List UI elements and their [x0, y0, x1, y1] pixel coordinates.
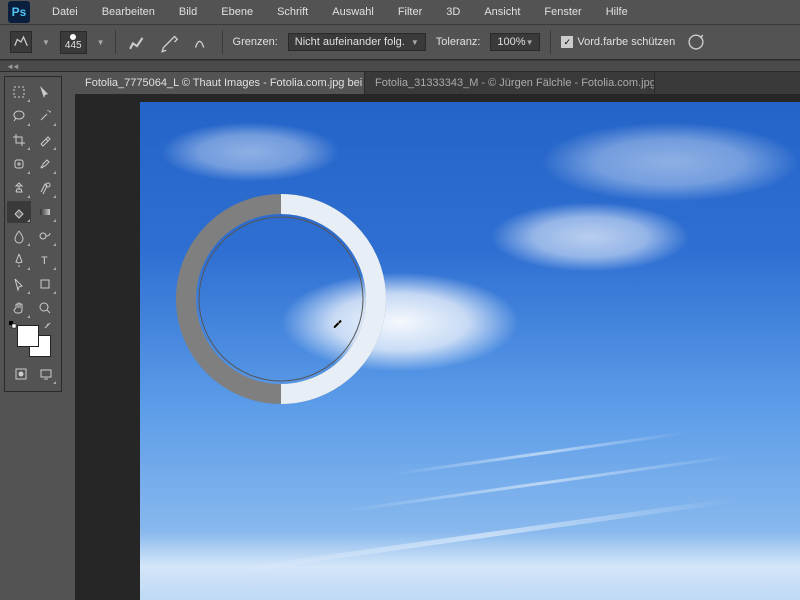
hand-tool[interactable]: [7, 297, 31, 319]
app-logo: Ps: [8, 1, 30, 23]
gradient-tool[interactable]: [33, 201, 57, 223]
chevron-left-icon: ◄◄: [6, 62, 18, 71]
divider: [550, 30, 551, 54]
marquee-tool[interactable]: [33, 81, 57, 103]
tool-preset-arrow-icon[interactable]: ▼: [42, 38, 50, 47]
pressure-opacity-icon[interactable]: [685, 31, 707, 53]
screen-mode-tool[interactable]: [34, 363, 57, 385]
menu-image[interactable]: Bild: [169, 2, 207, 22]
limits-value: Nicht aufeinander folg.: [295, 36, 405, 48]
brush-panel-icon[interactable]: [126, 31, 148, 53]
options-collapse-handle[interactable]: ◄◄: [0, 60, 800, 72]
tool-preset-picker[interactable]: [10, 31, 32, 53]
sky-cloud: [160, 122, 340, 182]
foreground-color-swatch[interactable]: [17, 325, 39, 347]
history-brush-tool[interactable]: [33, 177, 57, 199]
menu-bar: Ps Datei Bearbeiten Bild Ebene Schrift A…: [0, 0, 800, 24]
pen-tool[interactable]: [7, 249, 31, 271]
canvas-area: [75, 94, 800, 600]
sky-streak: [342, 454, 739, 513]
color-sampler-hud: [176, 194, 386, 404]
menu-type[interactable]: Schrift: [267, 2, 318, 22]
menu-help[interactable]: Hilfe: [596, 2, 638, 22]
tolerance-input[interactable]: 100% ▼: [490, 33, 540, 51]
sky-band: [140, 532, 800, 600]
clone-stamp-tool[interactable]: [7, 177, 31, 199]
brush-size-value: 445: [65, 40, 82, 51]
brush-tool[interactable]: [33, 153, 57, 175]
limits-label: Grenzen:: [233, 36, 278, 48]
zoom-tool[interactable]: [33, 297, 57, 319]
menu-filter[interactable]: Filter: [388, 2, 432, 22]
document-tabs: Fotolia_7775064_L © Thaut Images - Fotol…: [75, 72, 800, 94]
options-bar: ▼ 445 ▼ Grenzen: Nicht aufeinander folg.…: [0, 24, 800, 60]
color-swatches: [7, 321, 59, 359]
default-colors-icon[interactable]: [9, 321, 17, 329]
menu-view[interactable]: Ansicht: [474, 2, 530, 22]
path-selection-tool[interactable]: [7, 273, 31, 295]
protect-fg-label: Vord.farbe schützen: [577, 36, 675, 48]
checkbox-checked-icon: ✓: [561, 36, 573, 48]
dodge-tool[interactable]: [33, 225, 57, 247]
menu-window[interactable]: Fenster: [534, 2, 591, 22]
pressure-size-icon[interactable]: [190, 31, 212, 53]
sky-cloud: [490, 202, 690, 272]
brush-preset-picker[interactable]: 445: [60, 31, 87, 54]
quick-mask-tool[interactable]: [9, 363, 32, 385]
menu-edit[interactable]: Bearbeiten: [92, 2, 165, 22]
move-tool[interactable]: [7, 81, 31, 103]
crop-tool[interactable]: [7, 129, 31, 151]
brush-arrow-icon[interactable]: ▼: [97, 38, 105, 47]
menu-3d[interactable]: 3D: [436, 2, 470, 22]
type-tool[interactable]: T: [33, 249, 57, 271]
chevron-down-icon: ▼: [411, 38, 419, 47]
lasso-tool[interactable]: [7, 105, 31, 127]
divider: [115, 30, 116, 54]
tolerance-value: 100%: [497, 36, 525, 48]
swap-colors-icon[interactable]: [43, 321, 53, 331]
limits-select[interactable]: Nicht aufeinander folg. ▼: [288, 33, 426, 51]
eyedropper-tool[interactable]: [33, 129, 57, 151]
tab-document-2[interactable]: Fotolia_31333343_M - © Jürgen Fälchle - …: [365, 72, 655, 94]
svg-text:T: T: [41, 255, 48, 267]
eraser-tool[interactable]: [7, 201, 31, 223]
airbrush-icon[interactable]: [158, 31, 180, 53]
magic-wand-tool[interactable]: [33, 105, 57, 127]
menu-layer[interactable]: Ebene: [211, 2, 263, 22]
chevron-down-icon: ▼: [526, 38, 534, 47]
toolbox: T: [4, 76, 62, 392]
shape-tool[interactable]: [33, 273, 57, 295]
protect-fg-checkbox[interactable]: ✓ Vord.farbe schützen: [561, 36, 675, 48]
menu-file[interactable]: Datei: [42, 2, 88, 22]
document-canvas[interactable]: [140, 102, 800, 600]
tolerance-label: Toleranz:: [436, 36, 481, 48]
tab-label: Fotolia_7775064_L © Thaut Images - Fotol…: [85, 77, 365, 89]
sky-cloud: [540, 122, 800, 202]
eyedropper-cursor-icon: [330, 315, 344, 329]
tab-document-1[interactable]: Fotolia_7775064_L © Thaut Images - Fotol…: [75, 72, 365, 94]
healing-brush-tool[interactable]: [7, 153, 31, 175]
blur-tool[interactable]: [7, 225, 31, 247]
menu-select[interactable]: Auswahl: [322, 2, 384, 22]
divider: [222, 30, 223, 54]
tab-label: Fotolia_31333343_M - © Jürgen Fälchle - …: [375, 77, 655, 89]
